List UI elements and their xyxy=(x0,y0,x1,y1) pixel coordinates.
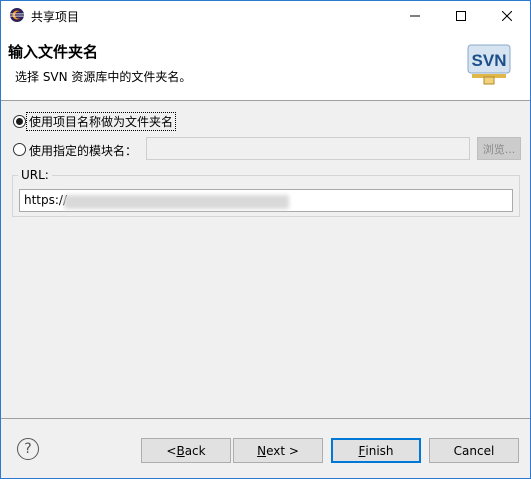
eclipse-app-icon xyxy=(10,8,24,22)
close-icon xyxy=(502,10,512,21)
url-field[interactable]: https:// xyxy=(19,189,513,212)
url-label: URL: xyxy=(18,168,52,182)
back-button[interactable]: < Back xyxy=(141,438,231,463)
use-project-name-radio[interactable] xyxy=(13,115,26,128)
minimize-icon xyxy=(410,15,420,16)
back-rest: ack xyxy=(184,443,206,458)
url-value: https:// xyxy=(24,193,68,207)
back-mnemonic: B xyxy=(176,443,185,458)
window-title: 共享项目 xyxy=(31,10,80,24)
svn-logo-text: SVN xyxy=(472,51,507,70)
use-project-name-label[interactable]: 使用项目名称做为文件夹名 xyxy=(25,112,177,131)
footer-separator xyxy=(1,418,530,419)
back-prefix: < xyxy=(166,443,177,458)
page-description: 选择 SVN 资源库中的文件夹名。 xyxy=(15,70,192,84)
svn-logo-icon: SVN xyxy=(467,44,511,85)
help-icon: ? xyxy=(24,441,32,457)
close-button[interactable] xyxy=(484,1,530,30)
page-title: 输入文件夹名 xyxy=(8,43,99,61)
help-button[interactable]: ? xyxy=(17,438,39,460)
next-rest: ext > xyxy=(266,443,299,458)
finish-rest: inish xyxy=(365,443,394,458)
cancel-button[interactable]: Cancel xyxy=(429,438,519,463)
use-specified-module-label[interactable]: 使用指定的模块名： xyxy=(29,142,137,159)
module-name-input[interactable] xyxy=(146,137,470,160)
maximize-icon xyxy=(456,10,466,21)
wizard-banner: 输入文件夹名 选择 SVN 资源库中的文件夹名。 SVN xyxy=(1,30,530,101)
finish-mnemonic: F xyxy=(358,443,366,458)
url-redacted xyxy=(64,195,289,209)
minimize-button[interactable] xyxy=(392,1,438,30)
next-button[interactable]: Next > xyxy=(233,438,323,463)
use-specified-module-radio[interactable] xyxy=(13,143,26,156)
share-project-dialog: 共享项目 输入文件夹名 选择 SVN 资源库中的文件夹名。 SVN 使用项目名称… xyxy=(0,0,531,479)
maximize-button[interactable] xyxy=(438,1,484,30)
title-bar[interactable]: 共享项目 xyxy=(1,1,530,30)
next-mnemonic: N xyxy=(257,443,267,458)
finish-button[interactable]: Finish xyxy=(331,438,421,463)
browse-button[interactable]: 浏览... xyxy=(477,137,521,160)
